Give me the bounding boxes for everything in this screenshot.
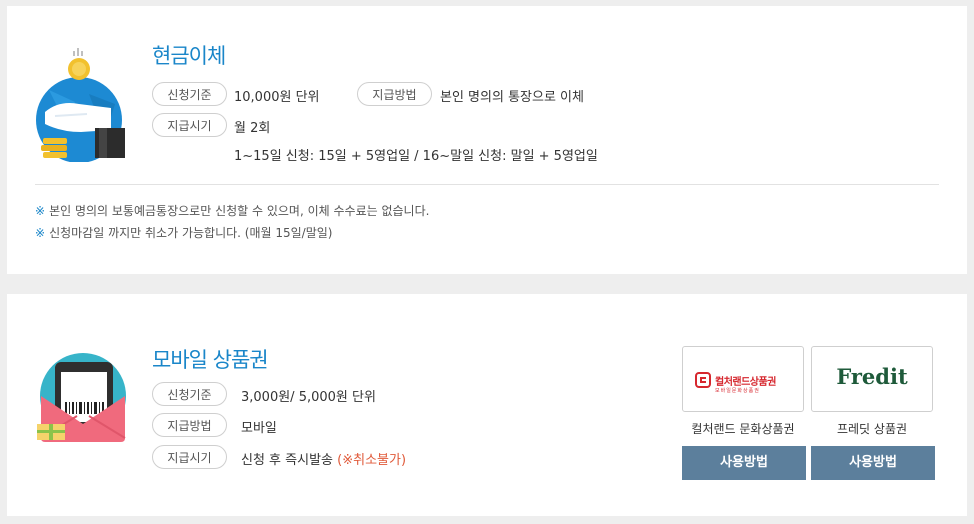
- note-mark: ※: [35, 226, 46, 240]
- cancel-warning: (※취소불가): [337, 453, 407, 468]
- mobile-voucher-card: 모바일 상품권 신청기준 3,000원/ 5,000원 단위 지급방법 모바일 …: [7, 294, 967, 516]
- cultureland-caption: 컬처랜드 문화상품권: [691, 422, 795, 436]
- cultureland-howto-button[interactable]: 사용방법: [682, 446, 806, 480]
- fredit-logo-box: Fredit: [811, 346, 933, 412]
- timing-value: 월 2회: [234, 121, 271, 136]
- cultureland-logo-box: 컬처랜드상품권 모바일문화상품권: [682, 346, 804, 412]
- cash-transfer-title: 현금이체: [152, 44, 226, 68]
- timing-tag: 지급시기: [152, 445, 227, 469]
- cultureland-mark-icon: [695, 372, 711, 388]
- timing-tag: 지급시기: [152, 113, 227, 137]
- cultureland-logo-sub: 모바일문화상품권: [715, 388, 760, 394]
- timing-detail: 1~15일 신청: 15일 + 5영업일 / 16~말일 신청: 말일 + 5영…: [234, 149, 598, 164]
- cultureland-logo-text: 컬처랜드상품권: [715, 376, 776, 388]
- timing-value: 신청 후 즉시발송 (※취소불가): [241, 449, 406, 468]
- cash-transfer-card: 현금이체 신청기준 10,000원 단위 지급방법 본인 명의의 통장으로 이체…: [7, 6, 967, 274]
- fredit-caption: 프레딧 상품권: [836, 422, 908, 436]
- criteria-tag: 신청기준: [152, 382, 227, 406]
- note-mark: ※: [35, 204, 46, 218]
- fredit-logo: Fredit: [836, 364, 908, 389]
- note-item: ※ 본인 명의의 보통예금통장으로만 신청할 수 있으며, 이체 수수료는 없습니…: [35, 202, 429, 219]
- mobile-voucher-icon: [37, 352, 129, 444]
- criteria-value: 10,000원 단위: [234, 90, 320, 105]
- note-item: ※ 신청마감일 까지만 취소가 가능합니다. (매월 15일/말일): [35, 224, 332, 241]
- method-tag: 지급방법: [152, 413, 227, 437]
- mobile-voucher-title: 모바일 상품권: [152, 348, 269, 372]
- method-tag: 지급방법: [357, 82, 432, 106]
- divider: [35, 184, 939, 185]
- method-value: 모바일: [241, 421, 277, 436]
- note-text: 신청마감일 까지만 취소가 가능합니다. (매월 15일/말일): [49, 226, 333, 240]
- criteria-tag: 신청기준: [152, 82, 227, 106]
- cash-transfer-icon: [35, 44, 127, 163]
- criteria-value: 3,000원/ 5,000원 단위: [241, 390, 376, 405]
- note-text: 본인 명의의 보통예금통장으로만 신청할 수 있으며, 이체 수수료는 없습니다…: [49, 204, 430, 218]
- timing-value-text: 신청 후 즉시발송: [241, 453, 333, 468]
- method-value: 본인 명의의 통장으로 이체: [440, 90, 584, 105]
- fredit-howto-button[interactable]: 사용방법: [811, 446, 935, 480]
